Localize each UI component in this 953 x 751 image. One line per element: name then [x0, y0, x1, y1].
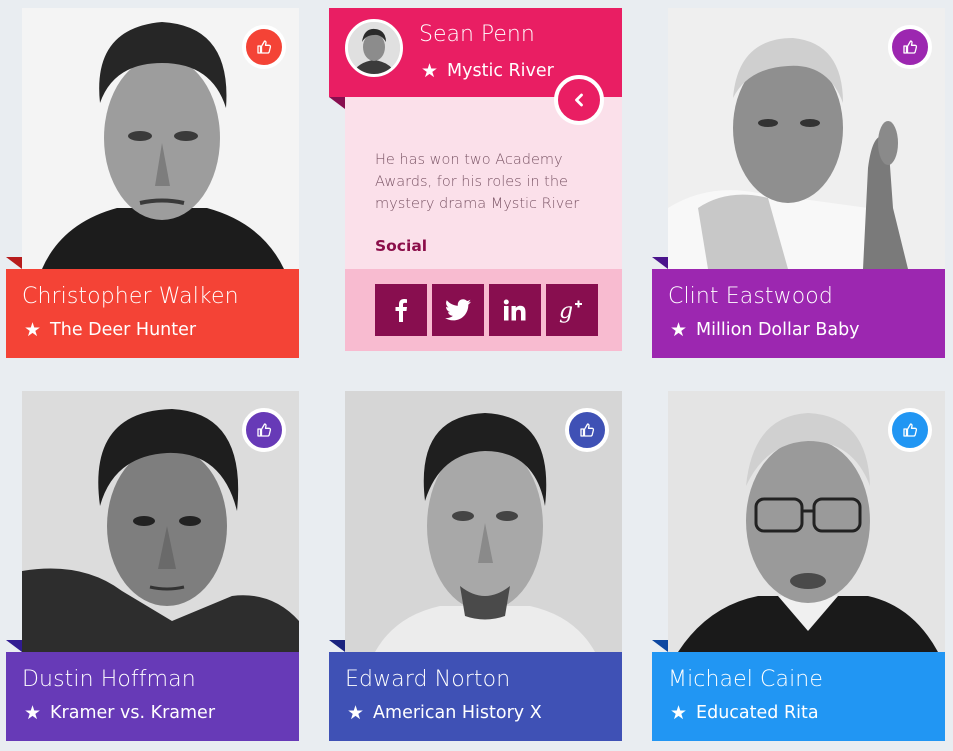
profile-card-edward-norton: Edward Norton ★ American History X: [329, 391, 622, 741]
svg-text:g: g: [559, 299, 573, 323]
twitter-icon: [445, 299, 471, 321]
thumbs-up-icon: [257, 423, 272, 437]
name-banner: Christopher Walken ★ The Deer Hunter: [6, 269, 299, 358]
corner-fold: [6, 257, 22, 269]
profile-card-dustin-hoffman: Dustin Hoffman ★ Kramer vs. Kramer: [6, 391, 299, 741]
star-icon: ★: [24, 319, 42, 341]
movie-title: ★ Mystic River: [421, 60, 554, 82]
actor-name: Sean Penn: [419, 22, 535, 47]
actor-name: Clint Eastwood: [668, 284, 833, 309]
like-button[interactable]: [242, 408, 286, 452]
like-button[interactable]: [242, 25, 286, 69]
profile-card-michael-caine: Michael Caine ★ Educated Rita: [652, 391, 945, 741]
actor-name: Edward Norton: [345, 667, 511, 692]
movie-title: ★ Kramer vs. Kramer: [24, 702, 215, 724]
avatar: [345, 19, 403, 77]
movie-title: ★ Million Dollar Baby: [670, 319, 860, 341]
linkedin-button[interactable]: [489, 284, 541, 336]
name-banner: Clint Eastwood ★ Million Dollar Baby: [652, 269, 945, 358]
actor-name: Michael Caine: [668, 667, 823, 692]
actor-description: He has won two Academy Awards, for his r…: [375, 152, 580, 212]
movie-label: The Deer Hunter: [50, 320, 197, 340]
chevron-left-icon: [575, 93, 583, 107]
star-icon: ★: [421, 60, 439, 82]
thumbs-up-icon: [903, 423, 918, 437]
star-icon: ★: [670, 702, 688, 724]
star-icon: ★: [347, 702, 365, 724]
profile-card-sean-penn-expanded: He has won two Academy Awards, for his r…: [329, 8, 622, 351]
corner-fold: [329, 640, 345, 652]
profile-card-clint-eastwood: Clint Eastwood ★ Million Dollar Baby: [652, 8, 945, 358]
facebook-icon: [395, 299, 407, 322]
back-button[interactable]: [554, 75, 604, 125]
movie-label: Million Dollar Baby: [696, 320, 860, 340]
like-button[interactable]: [888, 25, 932, 69]
name-banner: Edward Norton ★ American History X: [329, 652, 622, 741]
movie-title: ★ American History X: [347, 702, 542, 724]
social-heading: Social: [375, 237, 428, 255]
corner-fold: [652, 640, 668, 652]
movie-title: ★ The Deer Hunter: [24, 319, 196, 341]
facebook-button[interactable]: [375, 284, 427, 336]
movie-label: American History X: [373, 703, 542, 723]
google-plus-button[interactable]: g: [546, 284, 598, 336]
thumbs-up-icon: [903, 40, 918, 54]
corner-fold: [329, 97, 345, 109]
corner-fold: [6, 640, 22, 652]
actor-name: Dustin Hoffman: [22, 667, 196, 692]
actor-name: Christopher Walken: [22, 284, 239, 309]
movie-label: Mystic River: [447, 61, 554, 81]
thumbs-up-icon: [580, 423, 595, 437]
star-icon: ★: [24, 702, 42, 724]
linkedin-icon: [503, 299, 526, 321]
movie-title: ★ Educated Rita: [670, 702, 819, 724]
movie-label: Educated Rita: [696, 703, 819, 723]
movie-label: Kramer vs. Kramer: [50, 703, 216, 723]
like-button[interactable]: [565, 408, 609, 452]
corner-fold: [652, 257, 668, 269]
twitter-button[interactable]: [432, 284, 484, 336]
like-button[interactable]: [888, 408, 932, 452]
name-banner: Dustin Hoffman ★ Kramer vs. Kramer: [6, 652, 299, 741]
social-bar: g: [345, 269, 622, 351]
profile-card-christopher-walken: Christopher Walken ★ The Deer Hunter: [6, 8, 299, 358]
thumbs-up-icon: [257, 40, 272, 54]
google-plus-icon: g: [559, 299, 582, 323]
star-icon: ★: [670, 319, 688, 341]
name-banner: Michael Caine ★ Educated Rita: [652, 652, 945, 741]
